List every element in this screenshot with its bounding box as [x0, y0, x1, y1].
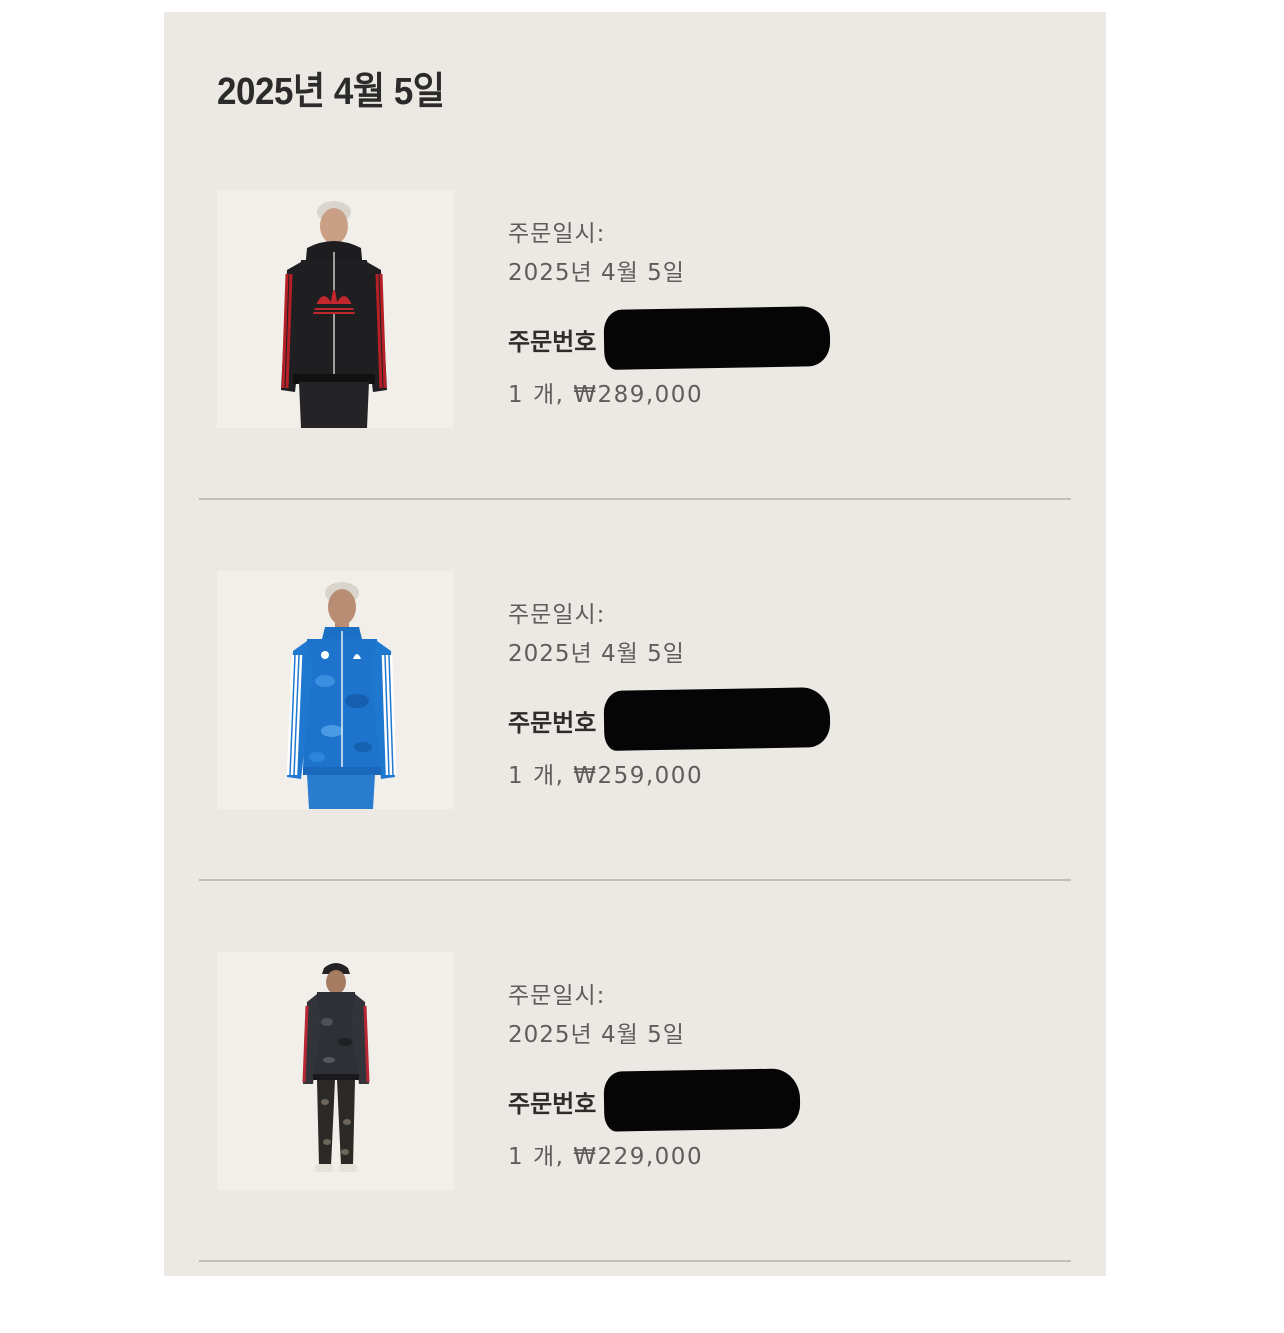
- order-divider: [199, 498, 1071, 500]
- product-image-blue-camo-track-jacket: [217, 571, 454, 809]
- order-date-value: 2025년 4월 5일: [508, 260, 685, 286]
- order-date-label: 주문일시:: [508, 602, 606, 628]
- product-image[interactable]: [217, 190, 454, 428]
- order-divider: [199, 879, 1071, 881]
- order-number-label: 주문번호: [508, 328, 597, 356]
- redacted-order-number: [603, 1068, 801, 1132]
- order-date-value: 2025년 4월 5일: [508, 1022, 685, 1048]
- order-info: 주문일시: 2025년 4월 5일 주문번호 1 개, ₩289,000: [508, 190, 1028, 428]
- product-image-black-red-hooded-track-jacket: [217, 190, 454, 428]
- order-divider: [199, 1260, 1071, 1262]
- order-date-label: 주문일시:: [508, 983, 606, 1009]
- redacted-order-number: [603, 687, 831, 751]
- order-number-label: 주문번호: [508, 1090, 597, 1118]
- order-info: 주문일시: 2025년 4월 5일 주문번호 1 개, ₩229,000: [508, 952, 1028, 1190]
- order-history-panel: 2025년 4월 5일 주문일시: 2025년 4월 5일 주문번호 1 개, …: [164, 12, 1106, 1276]
- quantity-price: 1 개, ₩289,000: [508, 382, 704, 408]
- order-date-label: 주문일시:: [508, 221, 606, 247]
- product-image[interactable]: [217, 952, 454, 1190]
- product-image[interactable]: [217, 571, 454, 809]
- order-number-label: 주문번호: [508, 709, 597, 737]
- redacted-order-number: [603, 306, 831, 370]
- quantity-price: 1 개, ₩259,000: [508, 763, 704, 789]
- order-item[interactable]: 주문일시: 2025년 4월 5일 주문번호 1 개, ₩229,000: [164, 952, 1106, 1333]
- order-date-value: 2025년 4월 5일: [508, 641, 685, 667]
- order-item[interactable]: 주문일시: 2025년 4월 5일 주문번호 1 개, ₩289,000: [164, 190, 1106, 571]
- order-item[interactable]: 주문일시: 2025년 4월 5일 주문번호 1 개, ₩259,000: [164, 571, 1106, 952]
- quantity-price: 1 개, ₩229,000: [508, 1144, 704, 1170]
- order-info: 주문일시: 2025년 4월 5일 주문번호 1 개, ₩259,000: [508, 571, 1028, 809]
- product-image-black-camo-tracksuit: [217, 952, 454, 1190]
- page-title: 2025년 4월 5일: [217, 71, 445, 113]
